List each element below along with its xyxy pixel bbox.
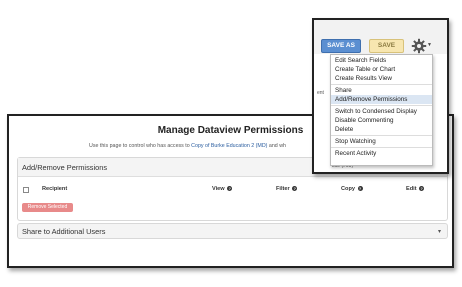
dataview-link[interactable]: Copy of Burke Education 2 (MD) <box>191 143 267 149</box>
remove-selected-button[interactable]: Remove Selected <box>22 203 73 212</box>
save-as-button[interactable]: SAVE AS <box>321 39 361 53</box>
menu-divider <box>331 135 432 136</box>
settings-dropdown-menu: Edit Search Fields Create Table or Chart… <box>330 54 433 166</box>
menu-item-delete[interactable]: Delete <box>331 125 432 134</box>
subtitle-prefix: Use this page to control who has access … <box>89 143 192 149</box>
column-copy-label: Copy <box>341 186 355 192</box>
menu-item-switch-condensed-display[interactable]: Switch to Condensed Display <box>331 107 432 116</box>
menu-divider <box>331 84 432 85</box>
help-icon[interactable]: ? <box>357 186 363 192</box>
column-filter[interactable]: Filter ? <box>276 186 298 192</box>
help-icon[interactable]: ? <box>292 186 298 192</box>
menu-item-edit-search-fields[interactable]: Edit Search Fields <box>331 56 432 65</box>
column-edit[interactable]: Edit ? <box>406 186 425 192</box>
menu-divider <box>331 147 432 148</box>
column-view[interactable]: View ? <box>212 186 233 192</box>
section-header-share: Share to Additional Users <box>22 227 106 236</box>
menu-item-recent-activity[interactable]: Recent Activity <box>331 149 432 158</box>
column-edit-label: Edit <box>406 186 417 192</box>
column-recipient[interactable]: Recipient <box>42 186 67 192</box>
help-icon[interactable]: ? <box>419 186 425 192</box>
share-additional-users-section[interactable]: Share to Additional Users ▾ <box>17 223 448 239</box>
menu-item-create-results-view[interactable]: Create Results View <box>331 74 432 83</box>
settings-callout: SAVE AS SAVE ▼ ent Lite (#09) Edit Searc… <box>312 18 449 174</box>
chevron-down-icon[interactable]: ▾ <box>438 224 441 240</box>
column-copy[interactable]: Copy ? <box>341 186 363 192</box>
gear-icon[interactable] <box>411 38 427 54</box>
menu-item-add-remove-permissions[interactable]: Add/Remove Permissions <box>331 95 432 104</box>
column-filter-label: Filter <box>276 186 290 192</box>
save-button[interactable]: SAVE <box>369 39 404 53</box>
background-text: ent <box>317 90 324 96</box>
menu-item-create-table-or-chart[interactable]: Create Table or Chart <box>331 65 432 74</box>
column-view-label: View <box>212 186 225 192</box>
menu-item-disable-commenting[interactable]: Disable Commenting <box>331 116 432 125</box>
menu-item-stop-watching[interactable]: Stop Watching <box>331 137 432 146</box>
menu-item-share[interactable]: Share <box>331 86 432 95</box>
permissions-table-header: Recipient View ? Filter ? Copy ? Edit ? <box>18 186 447 196</box>
help-icon[interactable]: ? <box>227 186 233 192</box>
menu-divider <box>331 105 432 106</box>
caret-down-icon[interactable]: ▼ <box>427 42 432 48</box>
subtitle-suffix: and wh <box>267 143 286 149</box>
select-all-checkbox[interactable] <box>23 187 29 193</box>
